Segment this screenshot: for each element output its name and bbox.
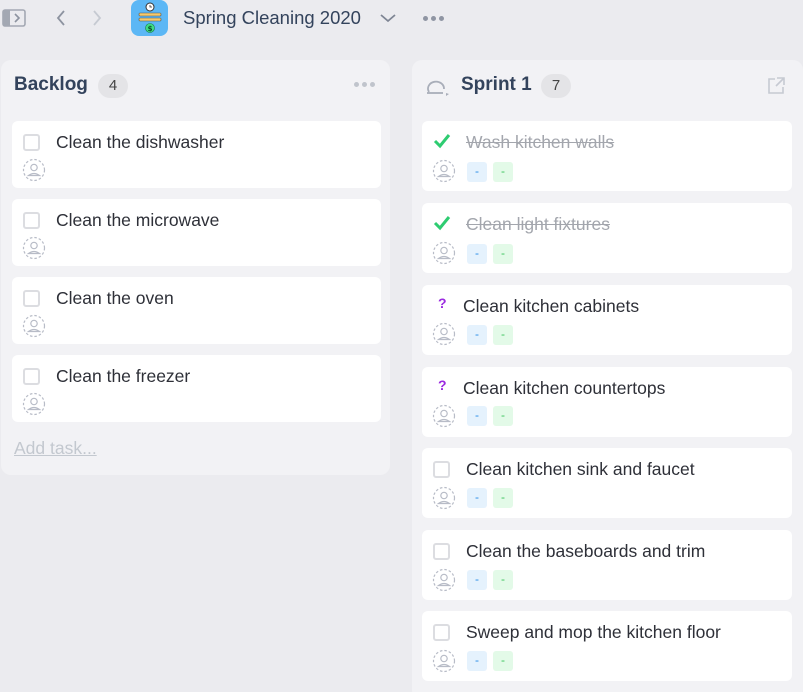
tag-green[interactable]: - [493, 406, 513, 426]
unassigned-user-icon[interactable] [432, 159, 456, 183]
more-options-button[interactable] [420, 10, 446, 26]
tag-green[interactable]: - [493, 488, 513, 508]
column-title: Backlog [14, 74, 88, 95]
task-title[interactable]: Clean kitchen sink and faucet [466, 459, 695, 480]
backlog-header: Backlog 4 [1, 60, 390, 110]
task-title[interactable]: Clean kitchen countertops [463, 378, 665, 399]
task-title[interactable]: Clean the baseboards and trim [466, 541, 705, 562]
back-button[interactable] [52, 7, 70, 29]
unassigned-user-icon[interactable] [22, 158, 46, 182]
task-checkbox[interactable] [23, 368, 40, 385]
task-title[interactable]: Clean the dishwasher [56, 132, 224, 153]
dot-icon [361, 82, 367, 87]
sprint-header: Sprint 1 7 [412, 60, 803, 110]
task-title[interactable]: Clean light fixtures [466, 214, 610, 235]
task-card[interactable]: Clean kitchen sink and faucet - - [422, 448, 792, 518]
task-card[interactable]: Sweep and mop the kitchen floor - - [422, 611, 792, 681]
tag-blue[interactable]: - [467, 406, 487, 426]
task-title[interactable]: Wash kitchen walls [466, 132, 614, 153]
add-task-link[interactable]: Add task... [14, 438, 97, 459]
question-mark-icon[interactable]: ? [438, 377, 447, 393]
dot-icon [422, 15, 428, 21]
unassigned-user-icon[interactable] [432, 241, 456, 265]
sprint-column: Sprint 1 7 Wash kitchen walls - - Clean … [412, 60, 803, 692]
task-title[interactable]: Clean the oven [56, 288, 174, 309]
tag-green[interactable]: - [493, 325, 513, 345]
backlog-column: Backlog 4 Clean the dishwasher Clean the… [1, 60, 390, 475]
tag-green[interactable]: - [493, 162, 513, 182]
task-card[interactable]: Clean the freezer [12, 355, 381, 422]
column-more-button[interactable] [352, 82, 376, 87]
tag-blue[interactable]: - [467, 325, 487, 345]
task-card[interactable]: Clean the dishwasher [12, 121, 381, 188]
sprint-cycle-icon [426, 77, 452, 97]
unassigned-user-icon[interactable] [432, 322, 456, 346]
checkmark-icon[interactable] [432, 214, 452, 232]
tag-blue[interactable]: - [467, 570, 487, 590]
task-checkbox[interactable] [433, 461, 450, 478]
unassigned-user-icon[interactable] [432, 486, 456, 510]
unassigned-user-icon[interactable] [22, 236, 46, 260]
unassigned-user-icon[interactable] [22, 314, 46, 338]
checkmark-icon[interactable] [432, 132, 452, 150]
question-mark-icon[interactable]: ? [438, 295, 447, 311]
task-count-badge: 7 [541, 74, 571, 98]
tag-green[interactable]: - [493, 651, 513, 671]
task-checkbox[interactable] [23, 212, 40, 229]
unassigned-user-icon[interactable] [432, 404, 456, 428]
tag-green[interactable]: - [493, 570, 513, 590]
chevron-down-icon[interactable] [378, 10, 398, 26]
task-title[interactable]: Clean the freezer [56, 366, 190, 387]
dot-icon [353, 82, 359, 87]
task-card[interactable]: ? Clean kitchen cabinets - - [422, 285, 792, 355]
task-checkbox[interactable] [23, 134, 40, 151]
project-title[interactable]: Spring Cleaning 2020 [183, 7, 361, 29]
sidebar-toggle-icon[interactable] [2, 8, 26, 28]
task-card[interactable]: ? Clean kitchen countertops - - [422, 367, 792, 437]
task-title[interactable]: Clean kitchen cabinets [463, 296, 639, 317]
task-card[interactable]: Clean light fixtures - - [422, 203, 792, 273]
open-external-icon[interactable] [766, 76, 786, 96]
task-count-badge: 4 [98, 74, 128, 98]
dot-icon [438, 15, 444, 21]
tag-blue[interactable]: - [467, 651, 487, 671]
unassigned-user-icon[interactable] [432, 568, 456, 592]
task-card[interactable]: Clean the baseboards and trim - - [422, 530, 792, 600]
task-title[interactable]: Clean the microwave [56, 210, 219, 231]
project-app-icon[interactable]: $ [131, 0, 168, 36]
column-title: Sprint 1 [461, 74, 532, 95]
task-card[interactable]: Wash kitchen walls - - [422, 121, 792, 191]
forward-button[interactable] [88, 7, 106, 29]
unassigned-user-icon[interactable] [432, 649, 456, 673]
task-checkbox[interactable] [433, 624, 450, 641]
task-title[interactable]: Sweep and mop the kitchen floor [466, 622, 721, 643]
task-card[interactable]: Clean the oven [12, 277, 381, 344]
dot-icon [430, 15, 436, 21]
tag-green[interactable]: - [493, 244, 513, 264]
task-card[interactable]: Clean the microwave [12, 199, 381, 266]
unassigned-user-icon[interactable] [22, 392, 46, 416]
tag-blue[interactable]: - [467, 488, 487, 508]
task-checkbox[interactable] [23, 290, 40, 307]
top-bar: $ Spring Cleaning 2020 [0, 0, 803, 38]
task-checkbox[interactable] [433, 543, 450, 560]
tag-blue[interactable]: - [467, 162, 487, 182]
tag-blue[interactable]: - [467, 244, 487, 264]
svg-text:$: $ [147, 25, 152, 33]
dot-icon [369, 82, 375, 87]
